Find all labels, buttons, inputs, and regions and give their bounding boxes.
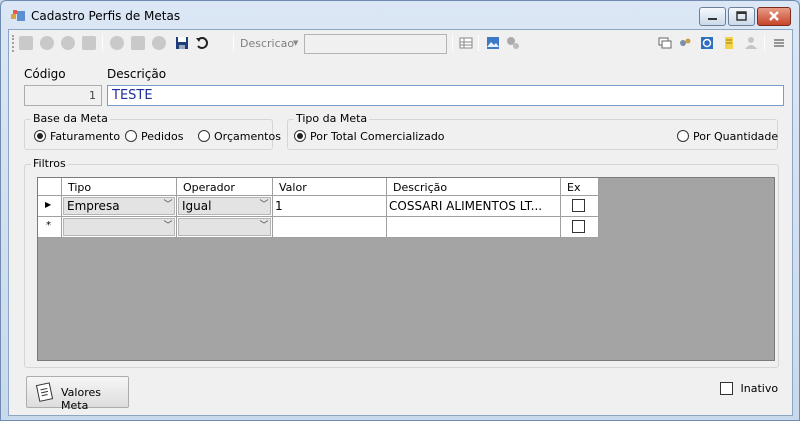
preview-icon[interactable] xyxy=(82,36,96,50)
new-record-icon[interactable] xyxy=(19,36,33,50)
menu-icon[interactable] xyxy=(772,36,786,50)
client-area: Descricao ▼ Código Descrição 1 TESTE Bas… xyxy=(8,29,793,416)
table-row-cell-ex[interactable] xyxy=(561,196,599,217)
table-row-cell-valor[interactable] xyxy=(273,217,387,238)
filtros-title: Filtros xyxy=(31,157,68,170)
radio-indicator-selected xyxy=(294,130,306,142)
minimize-icon xyxy=(708,18,717,20)
window-list-icon[interactable] xyxy=(658,36,672,50)
grid-corner[interactable] xyxy=(38,178,62,196)
table-row-cell-descricao[interactable] xyxy=(387,217,561,238)
radio-indicator xyxy=(125,130,137,142)
radio-label: Por Total Comercializado xyxy=(310,130,445,143)
note-icon[interactable] xyxy=(722,36,736,50)
toolbar-separator xyxy=(102,35,103,51)
app-icon xyxy=(11,10,25,21)
column-header-operador[interactable]: Operador xyxy=(177,178,273,196)
radio-label: Orçamentos xyxy=(214,130,281,143)
radio-por-total[interactable]: Por Total Comercializado xyxy=(294,130,445,143)
new-row-icon: * xyxy=(46,220,51,231)
radio-label: Pedidos xyxy=(141,130,184,143)
descricao-label: Descrição xyxy=(107,67,167,81)
radio-por-quantidade[interactable]: Por Quantidade xyxy=(677,130,778,143)
ex-checkbox[interactable] xyxy=(572,220,585,233)
valores-meta-label: Valores Meta xyxy=(61,386,101,412)
search-input[interactable] xyxy=(304,34,447,54)
edit-icon[interactable] xyxy=(131,36,145,50)
maximize-button[interactable] xyxy=(728,7,755,26)
copy-record-icon[interactable] xyxy=(40,36,54,50)
toolbar-separator xyxy=(478,35,479,51)
column-header-tipo[interactable]: Tipo xyxy=(62,178,177,196)
tools-icon[interactable] xyxy=(506,36,520,50)
radio-indicator xyxy=(677,130,689,142)
table-row-cell-operador[interactable]: Igual ﹀ xyxy=(177,196,273,217)
table-row-cell-valor[interactable]: 1 xyxy=(273,196,387,217)
refresh-icon[interactable] xyxy=(700,36,714,50)
chevron-down-icon[interactable]: ﹀ xyxy=(161,218,175,235)
settings-icon[interactable] xyxy=(678,36,692,50)
tipo-meta-group: Tipo da Meta Por Total Comercializado Po… xyxy=(287,112,778,150)
toolbar: Descricao ▼ xyxy=(9,30,792,58)
table-row-cell-descricao[interactable]: COSSARI ALIMENTOS LT... xyxy=(387,196,561,217)
window-title: Cadastro Perfis de Metas xyxy=(31,9,181,23)
base-meta-group: Base da Meta Faturamento Pedidos Orçamen… xyxy=(24,112,281,150)
filtros-grid[interactable]: Tipo Operador Valor Descrição Ex ▶ Empre… xyxy=(37,177,775,361)
chevron-down-icon[interactable]: ﹀ xyxy=(257,197,271,214)
toolbar-grip[interactable] xyxy=(12,35,15,52)
close-button[interactable] xyxy=(757,7,791,26)
main-window: Cadastro Perfis de Metas Descricao ▼ Cód… xyxy=(0,0,800,421)
close-icon xyxy=(769,11,779,21)
toolbar-separator xyxy=(233,35,234,51)
undo-icon[interactable] xyxy=(195,36,209,50)
search-field-label[interactable]: Descricao xyxy=(240,37,294,50)
radio-label: Faturamento xyxy=(50,130,121,143)
save-icon[interactable] xyxy=(175,36,189,50)
current-row-icon: ▶ xyxy=(45,200,52,209)
table-row-cell-ex[interactable] xyxy=(561,217,599,238)
tipo-combo[interactable] xyxy=(63,218,175,236)
toolbar-separator xyxy=(764,35,765,51)
grid-view-icon[interactable] xyxy=(459,36,473,50)
tipo-meta-title: Tipo da Meta xyxy=(294,112,370,125)
add-icon[interactable] xyxy=(110,36,124,50)
column-header-valor[interactable]: Valor xyxy=(273,178,387,196)
inativo-checkbox-box[interactable] xyxy=(720,382,733,395)
image-icon[interactable] xyxy=(486,36,500,50)
title-bar[interactable]: Cadastro Perfis de Metas xyxy=(1,1,799,29)
document-list-icon xyxy=(35,382,54,402)
inativo-checkbox[interactable]: Inativo xyxy=(720,382,778,395)
table-row-cell-tipo[interactable]: ﹀ xyxy=(62,217,177,238)
inativo-label: Inativo xyxy=(740,382,779,395)
ex-checkbox[interactable] xyxy=(572,199,585,212)
radio-pedidos[interactable]: Pedidos xyxy=(125,130,184,143)
table-row-cell-tipo[interactable]: Empresa ﹀ xyxy=(62,196,177,217)
radio-indicator-selected xyxy=(34,130,46,142)
radio-indicator xyxy=(198,130,210,142)
codigo-field: 1 xyxy=(24,85,102,106)
maximize-icon xyxy=(736,11,747,21)
table-row-cell-operador[interactable]: ﹀ xyxy=(177,217,273,238)
radio-faturamento[interactable]: Faturamento xyxy=(34,130,120,143)
chevron-down-icon[interactable]: ﹀ xyxy=(257,218,271,235)
column-header-ex[interactable]: Ex xyxy=(561,178,599,196)
radio-orcamentos[interactable]: Orçamentos xyxy=(198,130,281,143)
valores-meta-button[interactable]: Valores Meta xyxy=(26,376,129,412)
base-meta-title: Base da Meta xyxy=(31,112,110,125)
column-header-descricao[interactable]: Descrição xyxy=(387,178,561,196)
minimize-button[interactable] xyxy=(699,7,726,26)
delete-icon[interactable] xyxy=(152,36,166,50)
row-header-new[interactable]: * xyxy=(38,217,62,238)
codigo-label: Código xyxy=(24,67,66,81)
row-header-current[interactable]: ▶ xyxy=(38,196,62,217)
print-icon[interactable] xyxy=(61,36,75,50)
toolbar-separator xyxy=(452,35,453,51)
chevron-down-icon[interactable]: ﹀ xyxy=(161,197,175,214)
descricao-field[interactable]: TESTE xyxy=(107,85,784,106)
chevron-down-icon[interactable]: ▼ xyxy=(293,39,298,47)
radio-label: Por Quantidade xyxy=(693,130,779,143)
user-icon[interactable] xyxy=(744,36,758,50)
tipo-combo[interactable]: Empresa xyxy=(63,197,175,215)
